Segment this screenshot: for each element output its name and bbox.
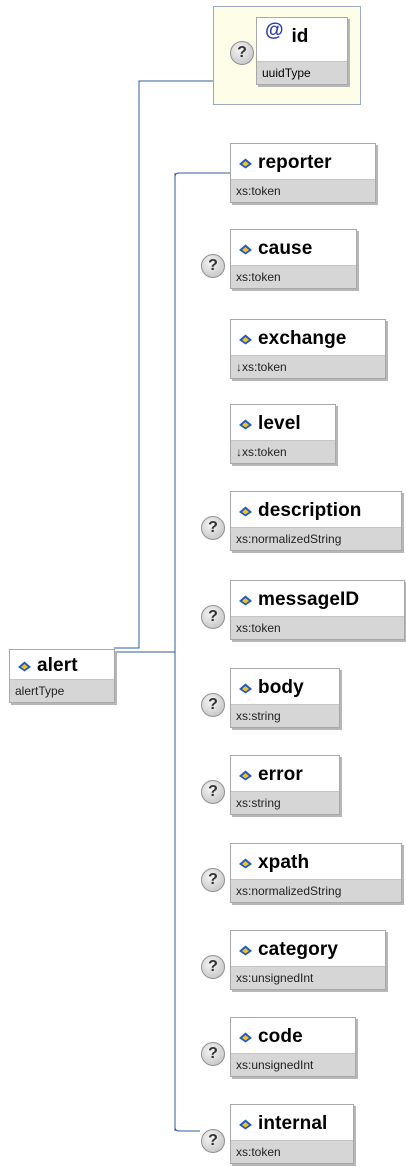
element-name: level: [258, 413, 301, 434]
element-box-error[interactable]: error xs:string: [230, 755, 340, 815]
element-type: xs:string: [231, 791, 339, 814]
element-type: xs:token: [231, 1140, 353, 1163]
optional-question-icon: ?: [201, 1129, 225, 1153]
element-icon: [239, 858, 252, 868]
root-element-box[interactable]: alert alertType: [9, 649, 115, 703]
attribute-box-id[interactable]: @ id uuidType: [256, 17, 348, 85]
element-icon: [239, 595, 252, 605]
optional-question-icon: ?: [201, 693, 225, 717]
element-box-body[interactable]: body xs:string: [230, 668, 340, 728]
element-name: description: [258, 500, 362, 521]
optional-question-icon: ?: [201, 516, 225, 540]
element-name: error: [258, 764, 303, 785]
element-type: xs:unsignedInt: [231, 1053, 355, 1076]
element-box-description[interactable]: description xs:normalizedString: [230, 491, 402, 551]
attribute-type: uuidType: [257, 61, 347, 84]
element-icon: [239, 506, 252, 516]
element-type: xs:string: [231, 704, 339, 727]
element-icon: [239, 244, 252, 254]
spine-bottom-curve: [174, 1126, 200, 1132]
element-box-reporter[interactable]: reporter xs:token: [230, 143, 376, 203]
element-name: exchange: [258, 328, 347, 349]
optional-question-icon: ?: [201, 780, 225, 804]
element-type: xs:normalizedString: [231, 879, 401, 902]
spine-top-curve: [174, 172, 230, 178]
element-type: xs:token: [231, 616, 404, 639]
element-icon: [239, 158, 252, 168]
element-name: body: [258, 677, 304, 698]
element-type: xs:unsignedInt: [231, 966, 385, 989]
at-sign-icon: @: [265, 20, 284, 41]
element-box-category[interactable]: category xs:unsignedInt: [230, 930, 386, 990]
element-icon: [239, 334, 252, 344]
attribute-connector: [114, 80, 213, 649]
optional-question-icon: ?: [201, 955, 225, 979]
element-icon: [239, 1119, 252, 1129]
element-box-messageid[interactable]: messageID xs:token: [230, 580, 405, 640]
element-icon: [239, 770, 252, 780]
element-box-internal[interactable]: internal xs:token: [230, 1104, 354, 1164]
element-name: reporter: [258, 152, 332, 173]
element-box-xpath[interactable]: xpath xs:normalizedString: [230, 843, 402, 903]
element-icon: [239, 419, 252, 429]
optional-question-icon: ?: [201, 1042, 225, 1066]
element-name: internal: [258, 1113, 328, 1134]
attribute-panel: ? @ id uuidType: [213, 6, 361, 105]
element-name: cause: [258, 238, 313, 259]
optional-question-icon: ?: [230, 41, 254, 65]
element-icon: [239, 1032, 252, 1042]
element-icon: [239, 945, 252, 955]
element-box-code[interactable]: code xs:unsignedInt: [230, 1017, 356, 1077]
root-element-type: alertType: [10, 679, 114, 702]
element-box-level[interactable]: level ↓xs:token: [230, 404, 336, 464]
optional-question-icon: ?: [201, 254, 225, 278]
schema-diagram: alert alertType ? @ id uuidType reporter…: [0, 0, 406, 1167]
element-icon: [239, 683, 252, 693]
root-element-name: alert: [37, 655, 78, 676]
element-type: xs:token: [231, 265, 356, 288]
element-name: code: [258, 1026, 303, 1047]
attribute-name: id: [291, 26, 309, 47]
optional-question-icon: ?: [201, 605, 225, 629]
element-name: messageID: [258, 589, 360, 610]
element-box-cause[interactable]: cause xs:token: [230, 229, 357, 289]
element-type: ↓xs:token: [231, 355, 385, 378]
element-icon: [18, 661, 31, 671]
element-name: xpath: [258, 852, 310, 873]
element-type: ↓xs:token: [231, 440, 335, 463]
element-type: xs:normalizedString: [231, 527, 401, 550]
element-type: xs:token: [231, 179, 375, 202]
element-name: category: [258, 939, 339, 960]
element-box-exchange[interactable]: exchange ↓xs:token: [230, 319, 386, 379]
optional-question-icon: ?: [201, 868, 225, 892]
